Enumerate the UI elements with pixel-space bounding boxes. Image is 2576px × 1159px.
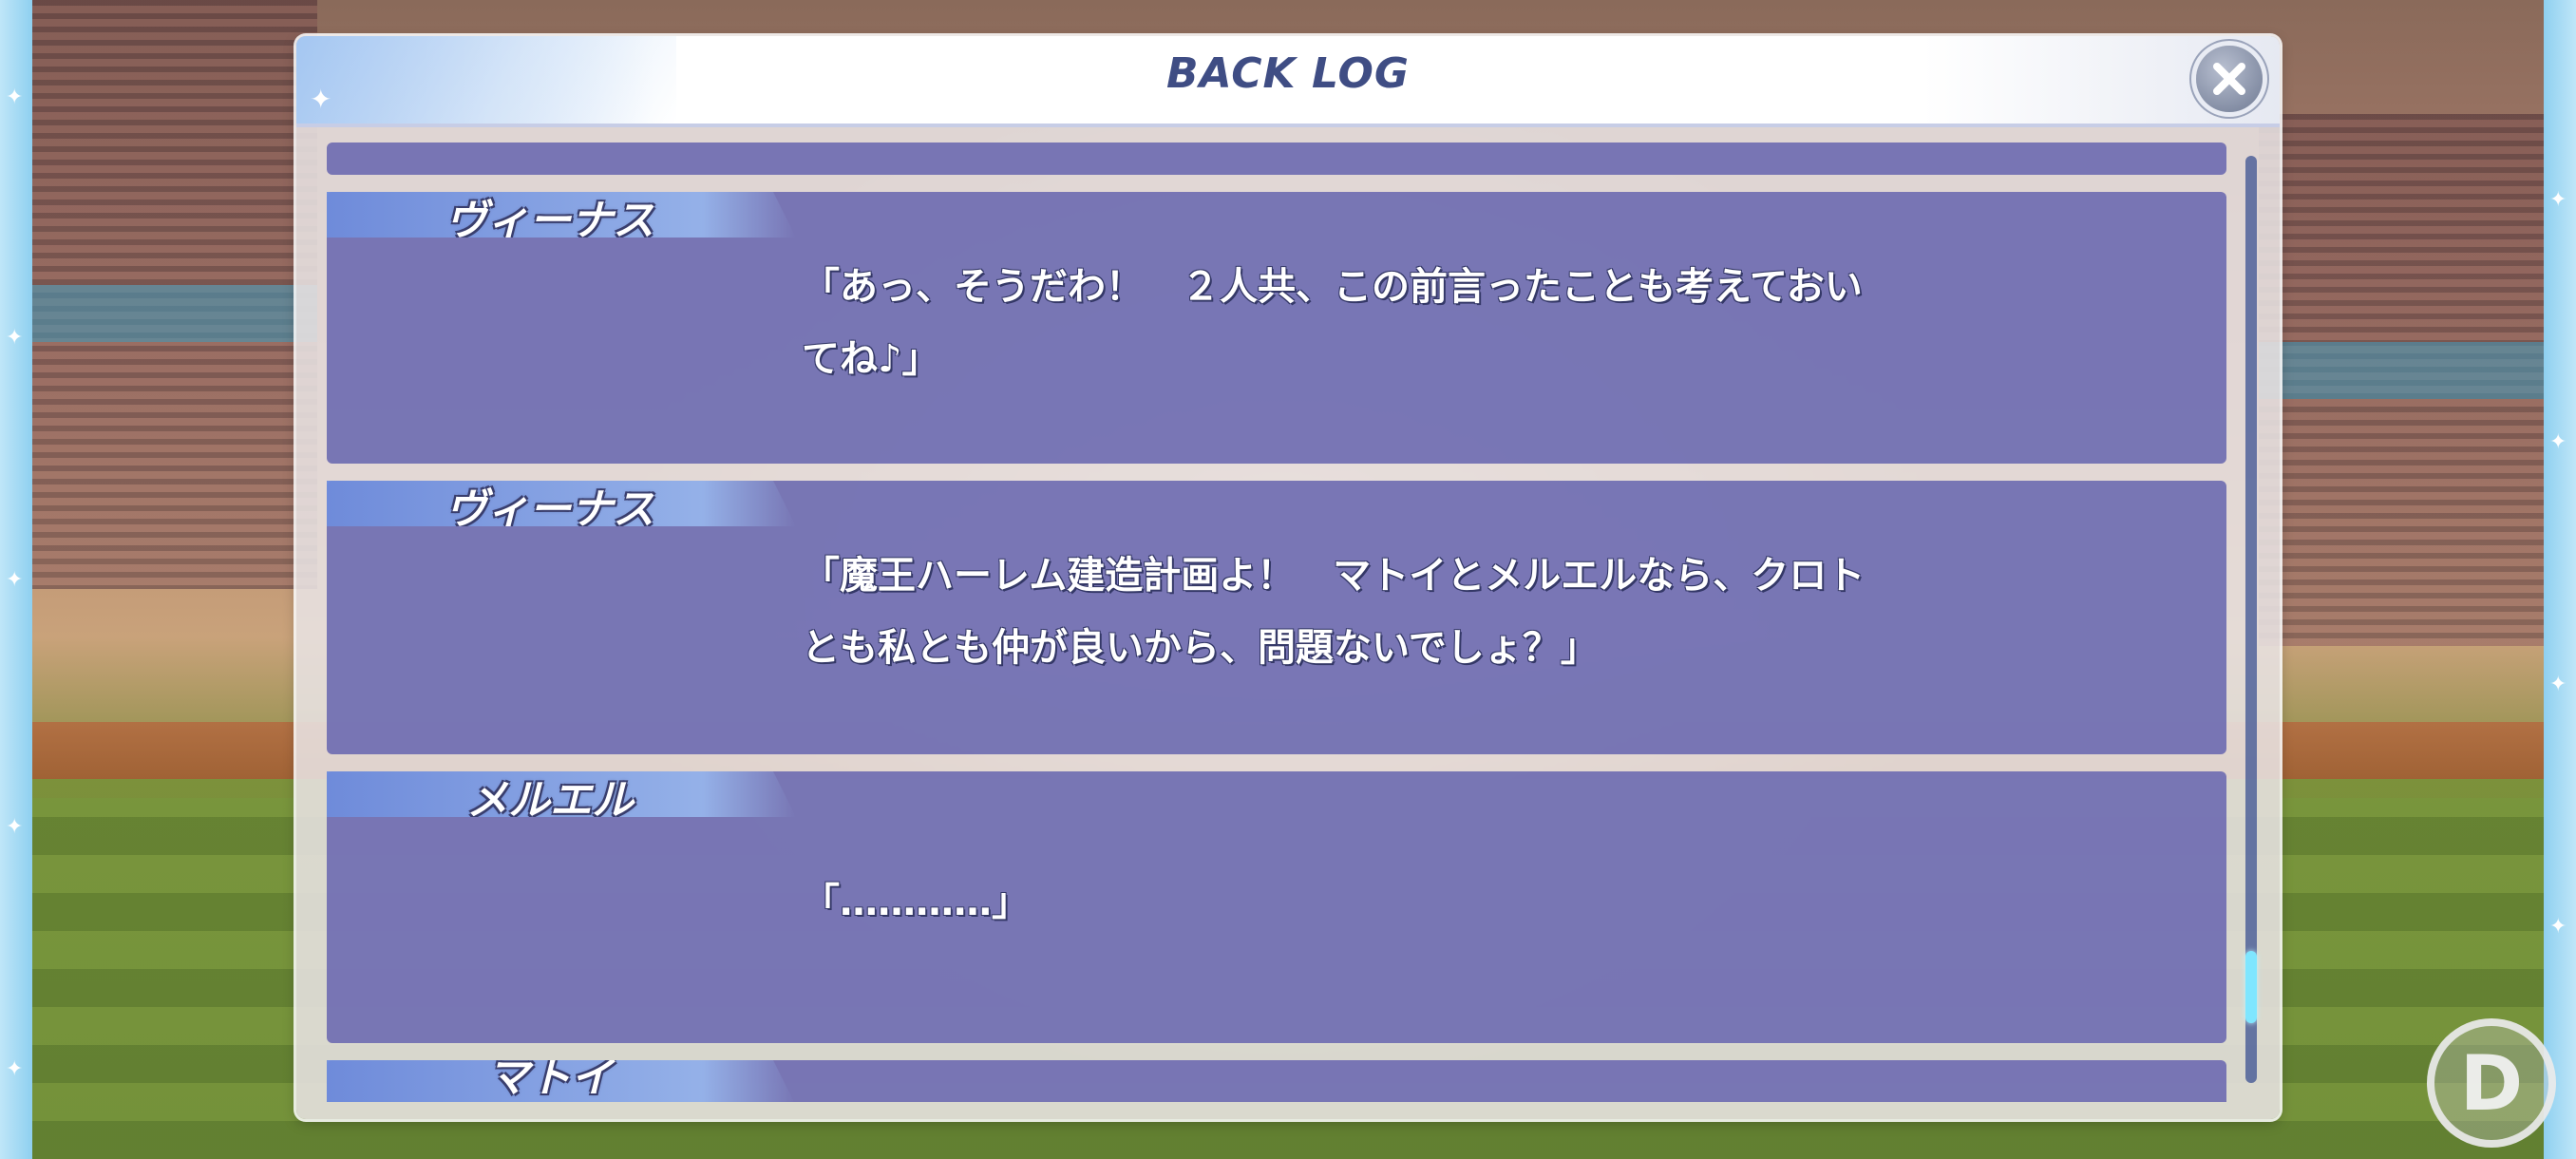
speaker-name: ヴィーナス: [445, 485, 654, 534]
scrollbar-track[interactable]: [2245, 156, 2257, 1083]
left-border-strip: ✦ ✦ ✦ ✦ ✦: [0, 0, 32, 1159]
sparkle-icon: ✦: [6, 815, 24, 839]
sparkle-icon: ✦: [2549, 188, 2567, 212]
sparkle-icon: ✦: [6, 568, 24, 592]
game-screen: ✦ ✦ ✦ ✦ ✦ ✦ ✦ ✦ ✦ ✦ BACK LOG ヴィーナス 「あっ、そ…: [0, 0, 2576, 1159]
speaker-tab: ヴィーナス: [327, 481, 796, 526]
sparkle-icon: ✦: [6, 326, 24, 350]
speaker-tab: メルエル: [327, 771, 796, 817]
logo-letter: D: [2459, 1039, 2524, 1128]
backlog-title: BACK LOG: [1166, 49, 1410, 98]
backlog-header: ✦ BACK LOG: [296, 36, 2280, 127]
logo-button[interactable]: D: [2427, 1018, 2556, 1148]
sparkle-icon: ✦: [2549, 430, 2567, 454]
list-item[interactable]: メルエル 「…………」: [327, 771, 2226, 1043]
close-button[interactable]: [2196, 46, 2263, 112]
backlog-window: ✦ BACK LOG ヴィーナス 「あっ、そうだわ！ ２人共、この前言ったことも…: [296, 36, 2280, 1119]
stadium-band-left: [32, 285, 317, 342]
sparkle-icon: ✦: [6, 86, 24, 109]
backlog-list[interactable]: ヴィーナス 「あっ、そうだわ！ ２人共、この前言ったことも考えておい てね♪」 …: [310, 142, 2247, 1102]
speaker-name: メルエル: [466, 776, 634, 825]
message-text: 「…………」: [802, 881, 1030, 924]
list-item[interactable]: ヴィーナス 「魔王ハーレム建造計画よ！ マトイとメルエルなら、クロト とも私とも…: [327, 481, 2226, 754]
speaker-tab: マトイ: [327, 1060, 796, 1102]
scrollbar-thumb[interactable]: [2245, 951, 2257, 1023]
stadium-band-right: [2259, 342, 2544, 399]
list-item[interactable]: ヴィーナス 「あっ、そうだわ！ ２人共、この前言ったことも考えておい てね♪」: [327, 192, 2226, 464]
right-border-strip: ✦ ✦ ✦ ✦: [2544, 0, 2576, 1159]
sparkle-icon: ✦: [2549, 673, 2567, 696]
speaker-name: マトイ: [487, 1054, 613, 1102]
list-item[interactable]: [327, 142, 2226, 175]
sparkle-icon: ✦: [2549, 915, 2567, 939]
close-icon: [2213, 63, 2245, 95]
message-text: 「魔王ハーレム建造計画よ！ マトイとメルエルなら、クロト とも私とも仲が良いから…: [802, 554, 1866, 670]
speaker-name: ヴィーナス: [445, 197, 654, 245]
message-text: 「あっ、そうだわ！ ２人共、この前言ったことも考えておい てね♪」: [802, 265, 1863, 381]
sparkle-icon: ✦: [6, 1057, 24, 1081]
list-item[interactable]: マトイ: [327, 1060, 2226, 1102]
speaker-tab: ヴィーナス: [327, 192, 796, 238]
